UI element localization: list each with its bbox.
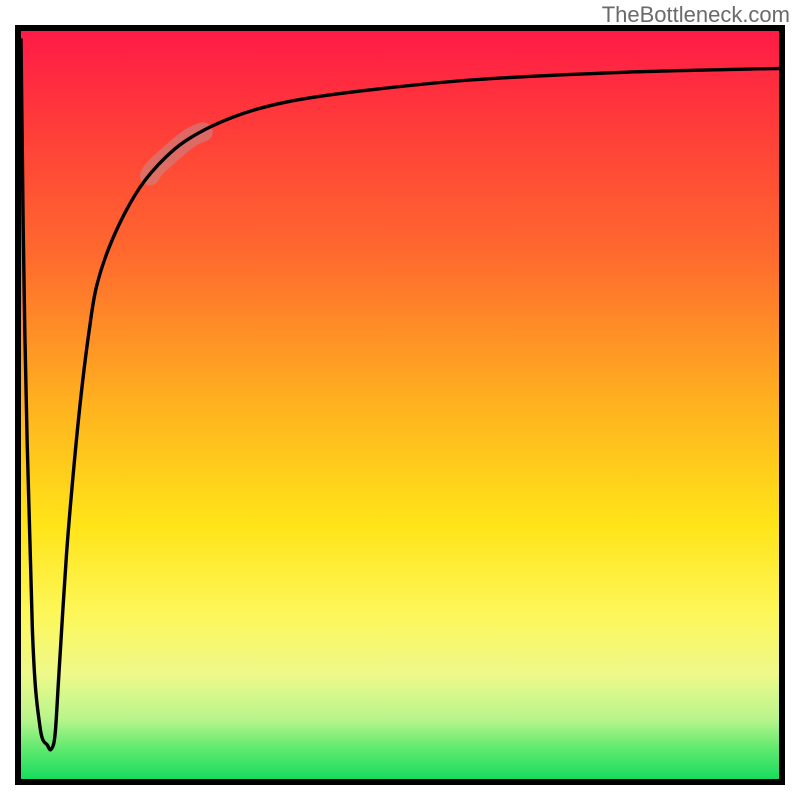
curve-layer [21,31,779,779]
chart-container: TheBottleneck.com [0,0,800,800]
plot-frame [15,25,785,785]
bottleneck-curve [21,38,779,749]
highlight-segment [150,132,203,176]
watermark-label: TheBottleneck.com [602,2,790,28]
